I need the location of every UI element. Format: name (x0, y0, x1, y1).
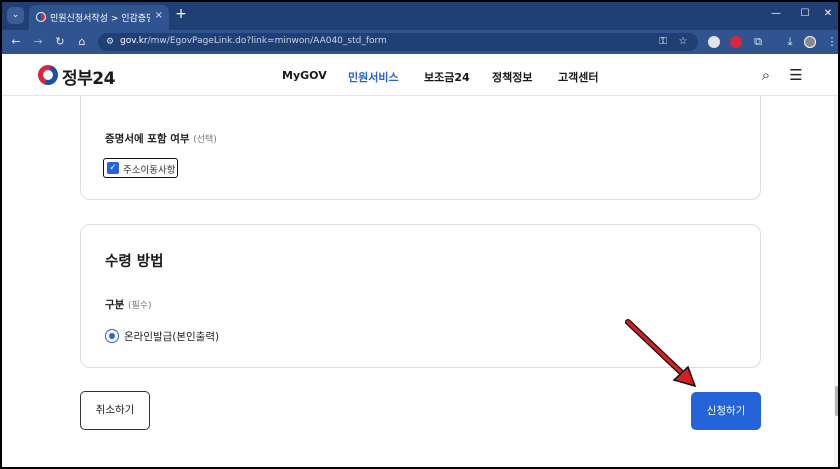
download-icon[interactable]: ⤓ (782, 34, 798, 50)
receipt-method-title: 수령 방법 (105, 254, 164, 270)
certificate-options-card: 증명서에 포함 여부 (선택) ✓ 주소이동사항 (80, 96, 761, 200)
search-icon[interactable]: ⌕ (757, 66, 775, 84)
nav-item-customer-center[interactable]: 고객센터 (558, 69, 598, 85)
hamburger-menu-icon[interactable]: ☰ (787, 66, 805, 84)
reload-icon[interactable]: ↻ (52, 34, 68, 50)
address-change-checkbox-row[interactable]: ✓ 주소이동사항 (103, 158, 178, 178)
forward-icon[interactable]: → (30, 34, 46, 50)
extensions-puzzle-icon[interactable]: ⧉ (750, 34, 766, 50)
bookmark-star-icon[interactable]: ☆ (676, 35, 690, 49)
main-content: 증명서에 포함 여부 (선택) ✓ 주소이동사항 수령 방법 구분 (필수) 온… (2, 96, 838, 467)
nav-item-policy-info[interactable]: 정책정보 (492, 69, 532, 85)
nav-item-civil-service[interactable]: 민원서비스 (348, 69, 399, 85)
browser-tab[interactable]: 민원신청서작성 > 인감증명서 × (29, 5, 169, 30)
site-info-icon[interactable]: ⚙ (104, 36, 116, 48)
address-bar[interactable]: ⚙ gov.kr/mw/EgovPageLink.do?link=minwon/… (98, 33, 698, 51)
url-host: gov.kr (120, 36, 148, 46)
profile-avatar[interactable] (804, 36, 816, 48)
browser-tab-strip: ⌄ 민원신청서작성 > 인감증명서 × + — ☐ ✕ (2, 2, 838, 30)
extension-circle-icon[interactable] (708, 36, 720, 48)
kebab-menu-icon[interactable]: ⋮ (824, 34, 838, 50)
browser-toolbar: ← → ↻ ⌂ ⚙ gov.kr/mw/EgovPageLink.do?link… (2, 30, 838, 54)
back-icon[interactable]: ← (8, 34, 24, 50)
extension-red-icon[interactable] (730, 36, 742, 48)
checkmark-icon[interactable]: ✓ (107, 162, 119, 174)
tab-close-icon[interactable]: × (155, 10, 163, 21)
receipt-method-card: 수령 방법 구분 (필수) 온라인발급(본인출력) (80, 224, 761, 368)
maximize-icon[interactable]: ☐ (797, 7, 813, 21)
chevron-down-icon[interactable]: ⌄ (7, 7, 24, 24)
nav-item-subsidy24[interactable]: 보조금24 (424, 69, 470, 85)
cancel-button[interactable]: 취소하기 (80, 391, 150, 430)
url-path: /mw/EgovPageLink.do?link=minwon/AA040_st… (147, 36, 387, 46)
required-note: (필수) (127, 301, 152, 311)
online-issue-radio-label[interactable]: 온라인발급(본인출력) (124, 329, 219, 344)
site-header: 정부24 MyGOV 민원서비스 보조금24 정책정보 고객센터 ⌕ ☰ (2, 54, 838, 96)
address-change-checkbox-label[interactable]: 주소이동사항 (123, 162, 175, 176)
optional-note: (선택) (193, 135, 217, 145)
close-window-icon[interactable]: ✕ (820, 7, 836, 21)
new-tab-icon[interactable]: + (174, 7, 188, 21)
include-in-certificate-label: 증명서에 포함 여부 (선택) (105, 131, 217, 146)
url-text: gov.kr/mw/EgovPageLink.do?link=minwon/AA… (120, 36, 387, 46)
minimize-icon[interactable]: — (768, 7, 784, 21)
tab-title: 민원신청서작성 > 인감증명서 (50, 14, 150, 24)
category-label: 구분 (필수) (105, 297, 152, 312)
taegeuk-logo-icon[interactable] (38, 65, 58, 85)
home-icon[interactable]: ⌂ (74, 34, 90, 50)
key-icon[interactable]: ⚿ (656, 35, 670, 49)
screenshot-frame: ⌄ 민원신청서작성 > 인감증명서 × + — ☐ ✕ ← → ↻ ⌂ ⚙ go… (0, 0, 840, 469)
submit-application-button[interactable]: 신청하기 (691, 392, 761, 430)
page-scrollbar[interactable] (834, 96, 838, 467)
online-issue-radio[interactable] (105, 329, 119, 343)
gov-favicon-icon (36, 12, 46, 22)
include-label-text: 증명서에 포함 여부 (105, 133, 190, 145)
site-logo-text[interactable]: 정부24 (62, 64, 115, 89)
nav-item-mygov[interactable]: MyGOV (282, 69, 327, 82)
scrollbar-thumb[interactable] (835, 386, 838, 416)
category-label-text: 구분 (105, 299, 125, 311)
